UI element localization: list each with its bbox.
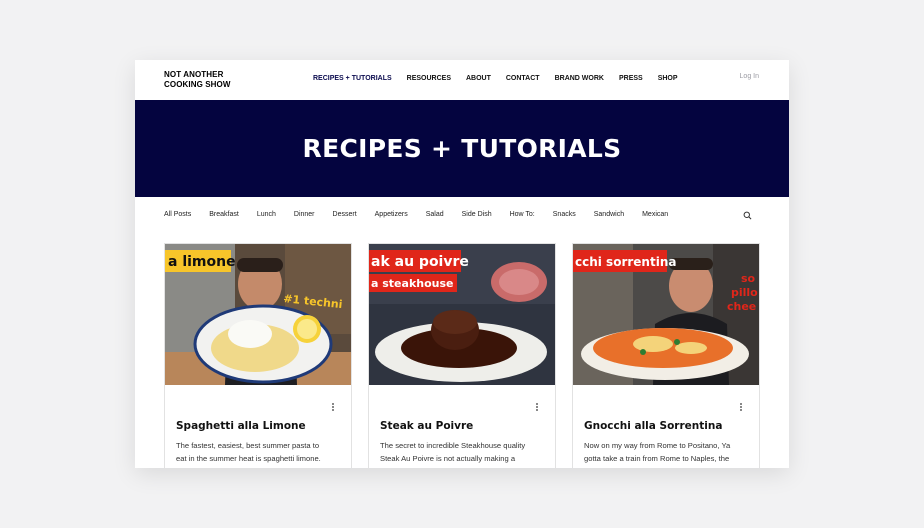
- post-excerpt: The fastest, easiest, best summer pasta …: [176, 439, 348, 465]
- category-mexican[interactable]: Mexican: [642, 211, 668, 218]
- excerpt-line-1: The fastest, easiest, best summer pasta …: [176, 441, 320, 450]
- post-title[interactable]: Gnocchi alla Sorrentina: [584, 420, 722, 432]
- excerpt-line-2: Steak Au Poivre is not actually making a: [380, 454, 516, 463]
- thumb-caption: a limone: [168, 254, 236, 270]
- category-salad[interactable]: Salad: [426, 211, 444, 218]
- category-breakfast[interactable]: Breakfast: [209, 211, 239, 218]
- category-snacks[interactable]: Snacks: [553, 211, 576, 218]
- page-banner: RECIPES + TUTORIALS: [135, 100, 789, 197]
- more-options-icon[interactable]: [534, 401, 540, 413]
- post-title[interactable]: Spaghetti alla Limone: [176, 420, 306, 432]
- post-thumbnail[interactable]: a limone #1 techni: [165, 244, 351, 385]
- logo-line-1: NOT ANOTHER: [164, 70, 224, 79]
- category-side-dish[interactable]: Side Dish: [462, 211, 492, 218]
- more-options-icon[interactable]: [330, 401, 336, 413]
- thumb-caption-4: chee: [727, 300, 756, 313]
- nav-contact[interactable]: CONTACT: [506, 75, 540, 82]
- site-header: NOT ANOTHER COOKING SHOW RECIPES + TUTOR…: [135, 60, 789, 100]
- post-card[interactable]: a limone #1 techni Spaghetti alla Limone…: [164, 243, 352, 468]
- nav-recipes-tutorials[interactable]: RECIPES + TUTORIALS: [313, 75, 392, 82]
- post-card[interactable]: cchi sorrentina so pillo chee Gnocchi al…: [572, 243, 760, 468]
- category-appetizers[interactable]: Appetizers: [375, 211, 408, 218]
- post-title[interactable]: Steak au Poivre: [380, 420, 473, 432]
- main-nav: RECIPES + TUTORIALS RESOURCES ABOUT CONT…: [313, 75, 693, 82]
- thumb-caption: ak au poivre: [371, 254, 469, 270]
- excerpt-line-1: Now on my way from Rome to Positano, Ya: [584, 441, 731, 450]
- more-options-icon[interactable]: [738, 401, 744, 413]
- nav-resources[interactable]: RESOURCES: [407, 75, 451, 82]
- post-thumbnail[interactable]: ak au poivre a steakhouse: [369, 244, 555, 385]
- thumb-caption: cchi sorrentina: [575, 255, 676, 269]
- post-card[interactable]: ak au poivre a steakhouse Steak au Poivr…: [368, 243, 556, 468]
- nav-about[interactable]: ABOUT: [466, 75, 491, 82]
- nav-shop[interactable]: SHOP: [658, 75, 678, 82]
- post-excerpt: Now on my way from Rome to Positano, Ya …: [584, 439, 756, 465]
- thumb-caption-2: so: [741, 272, 756, 285]
- nav-brand-work[interactable]: BRAND WORK: [555, 75, 604, 82]
- excerpt-line-2: gotta take a train from Rome to Naples, …: [584, 454, 730, 463]
- category-dessert[interactable]: Dessert: [333, 211, 357, 218]
- page-title: RECIPES + TUTORIALS: [302, 134, 622, 163]
- excerpt-line-1: The secret to incredible Steakhouse qual…: [380, 441, 526, 450]
- category-sandwich[interactable]: Sandwich: [594, 211, 624, 218]
- logo-line-2: COOKING SHOW: [164, 79, 231, 89]
- post-thumbnail[interactable]: cchi sorrentina so pillo chee: [573, 244, 759, 385]
- site-logo[interactable]: NOT ANOTHER COOKING SHOW: [164, 70, 231, 89]
- post-excerpt: The secret to incredible Steakhouse qual…: [380, 439, 552, 465]
- category-all-posts[interactable]: All Posts: [164, 211, 191, 218]
- category-lunch[interactable]: Lunch: [257, 211, 276, 218]
- thumb-caption-2: a steakhouse: [371, 277, 453, 290]
- thumb-caption-3: pillo: [731, 286, 758, 299]
- search-icon[interactable]: [743, 211, 752, 220]
- excerpt-line-2: eat in the summer heat is spaghetti limo…: [176, 454, 321, 463]
- category-how-to[interactable]: How To:: [510, 211, 535, 218]
- login-link[interactable]: Log In: [740, 73, 759, 80]
- category-dinner[interactable]: Dinner: [294, 211, 315, 218]
- nav-press[interactable]: PRESS: [619, 75, 643, 82]
- page-frame: NOT ANOTHER COOKING SHOW RECIPES + TUTOR…: [135, 60, 789, 468]
- category-menu: All Posts Breakfast Lunch Dinner Dessert…: [164, 211, 686, 218]
